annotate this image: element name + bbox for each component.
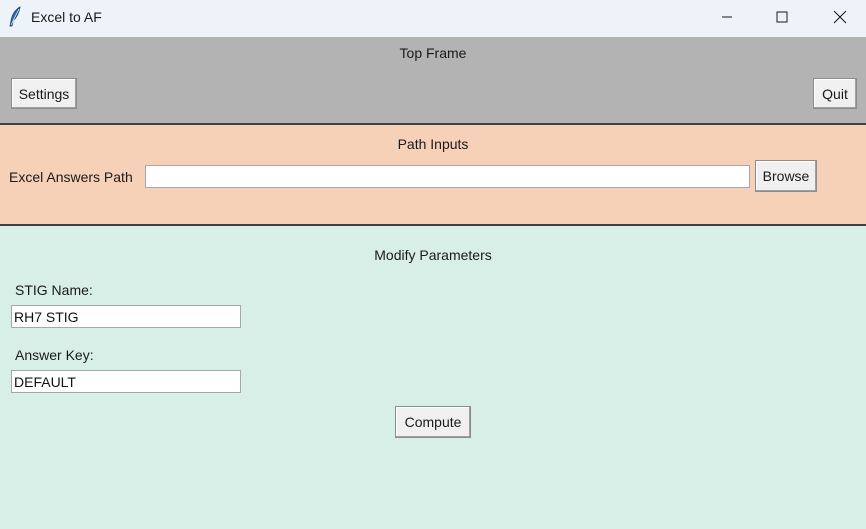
modify-parameters-title: Modify Parameters <box>374 247 492 263</box>
stig-name-input[interactable] <box>11 305 241 328</box>
top-frame: Top Frame Settings Quit <box>0 37 866 125</box>
answer-key-input[interactable] <box>11 370 241 393</box>
modify-parameters-frame: Modify Parameters STIG Name: Answer Key:… <box>0 226 866 529</box>
excel-answers-path-label: Excel Answers Path <box>9 169 133 185</box>
title-bar: Excel to AF <box>0 0 866 37</box>
settings-button[interactable]: Settings <box>11 78 77 109</box>
close-icon <box>833 10 847 24</box>
quit-button[interactable]: Quit <box>813 78 857 109</box>
path-inputs-title: Path Inputs <box>397 136 469 152</box>
feather-icon <box>7 6 23 28</box>
compute-button[interactable]: Compute <box>395 406 471 438</box>
close-button[interactable] <box>817 0 863 33</box>
excel-answers-path-input[interactable] <box>145 165 750 188</box>
minimize-icon <box>721 11 733 23</box>
stig-name-label: STIG Name: <box>15 282 93 298</box>
window-title: Excel to AF <box>31 9 102 25</box>
top-frame-title: Top Frame <box>399 45 467 61</box>
minimize-button[interactable] <box>704 0 750 33</box>
answer-key-label: Answer Key: <box>15 347 94 363</box>
path-inputs-frame: Path Inputs Excel Answers Path Browse <box>0 125 866 226</box>
maximize-icon <box>776 11 788 23</box>
maximize-button[interactable] <box>759 0 805 33</box>
browse-button[interactable]: Browse <box>755 160 817 192</box>
